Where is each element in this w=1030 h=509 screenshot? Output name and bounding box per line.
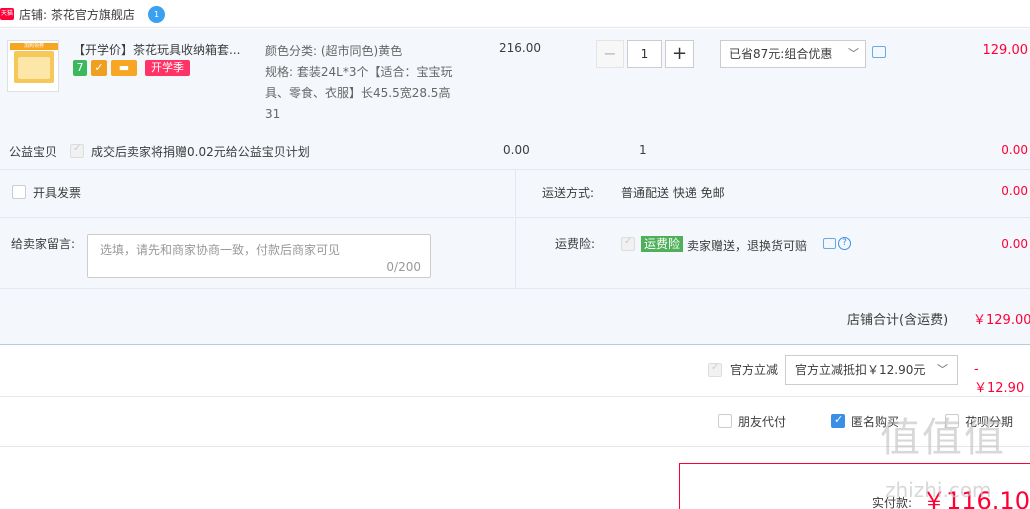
discount-amount: - ￥12.90 [974,362,1025,396]
invoice-label: 开具发票 [33,186,82,200]
shop-header: 天猫 店铺: 茶花官方旗舰店 1 [0,0,1030,28]
chevron-down-icon: ﹀ [937,363,948,376]
sku-spec: 规格: 套装24L*3个【适合：宝宝玩具、零食、衣服】长45.5宽28.5高31 [265,65,453,121]
divider [0,446,1030,447]
shop-name-link[interactable]: 店铺: 茶花官方旗舰店 [19,6,135,23]
insurance-text: 卖家赠送，退换货可赔 [687,239,808,253]
promotion-select-value: 已省87元:组合优惠 [729,47,833,61]
chevron-down-icon: ﹀ [848,47,859,60]
shipping-label: 运送方式: [542,186,595,200]
quality-badge-icon: ✓ [91,60,107,76]
charity-quantity: 1 [639,143,647,157]
shipping-method: 普通配送 快递 免邮 [621,186,725,200]
friend-pay-label: 朋友代付 [738,415,787,429]
thumb-tag: 加购领券 [10,43,58,50]
item-subtotal: 129.00 [982,43,1029,58]
help-icon[interactable]: ? [838,237,851,250]
shop-total-value: ￥129.00 [973,313,1030,328]
insurance-label: 运费险: [555,237,596,251]
insurance-tag: 运费险 [641,236,684,252]
watermark-logo: 值值值 [880,415,1006,461]
charity-checkbox [70,143,84,158]
discount-checkbox [708,362,722,377]
wangwang-chat-icon[interactable]: 1 [148,6,165,23]
tmall-badge: 天猫 [0,8,14,20]
message-icon[interactable] [823,238,836,249]
watermark-text: zhizhi.com [885,478,992,502]
charity-amount: 0.00 [1001,143,1028,157]
promotion-select[interactable]: 已省87元:组合优惠 ﹀ [720,40,866,68]
divider [0,344,1030,345]
seven-day-return-icon: 7 [73,60,87,76]
invoice-checkbox[interactable] [12,185,26,199]
remark-placeholder: 选填，请先和商家协商一致，付款后商家可见 [100,243,341,257]
product-image-box-inner [18,57,50,79]
quantity-decrease-button[interactable]: − [596,40,624,68]
card-badge-icon: ▬ [111,60,137,76]
friend-pay-checkbox[interactable] [718,414,732,428]
divider [0,396,1030,397]
charity-price: 0.00 [503,143,530,157]
charity-label: 公益宝贝 [9,145,58,159]
divider-vertical [515,170,516,288]
divider [516,217,1030,218]
remark-textarea[interactable]: 选填，请先和商家协商一致，付款后商家可见 0/200 [87,234,431,278]
quantity-input[interactable]: 1 [627,40,662,68]
discount-label: 官方立减 [730,363,779,377]
remark-label: 给卖家留言: [11,237,76,251]
remark-counter: 0/200 [386,260,421,274]
divider [0,217,514,218]
insurance-checkbox [621,236,635,251]
discount-select[interactable]: 官方立减抵扣￥12.90元 ﹀ [785,355,958,385]
charity-text: 成交后卖家将捐赠0.02元给公益宝贝计划 [91,145,310,159]
discount-select-value: 官方立减抵扣￥12.90元 [795,363,926,377]
product-title-link[interactable]: 【开学价】茶花玩具收纳箱套... [73,41,240,58]
insurance-amount: 0.00 [1001,237,1028,251]
quantity-increase-button[interactable]: + [665,40,694,68]
sku-info: 颜色分类: (超市同色)黄色 规格: 套装24L*3个【适合：宝宝玩具、零食、衣… [265,41,460,125]
message-icon[interactable] [872,46,886,58]
unit-price: 216.00 [499,41,541,55]
anonymous-checkbox[interactable] [831,413,845,428]
divider [0,288,1030,289]
shop-total-label: 店铺合计(含运费) [847,313,949,328]
sku-color: 颜色分类: (超市同色)黄色 [265,44,403,58]
product-thumbnail[interactable]: 加购领券 [7,40,59,92]
shipping-amount: 0.00 [1001,184,1028,198]
back-to-school-badge: 开学季 [145,60,190,76]
